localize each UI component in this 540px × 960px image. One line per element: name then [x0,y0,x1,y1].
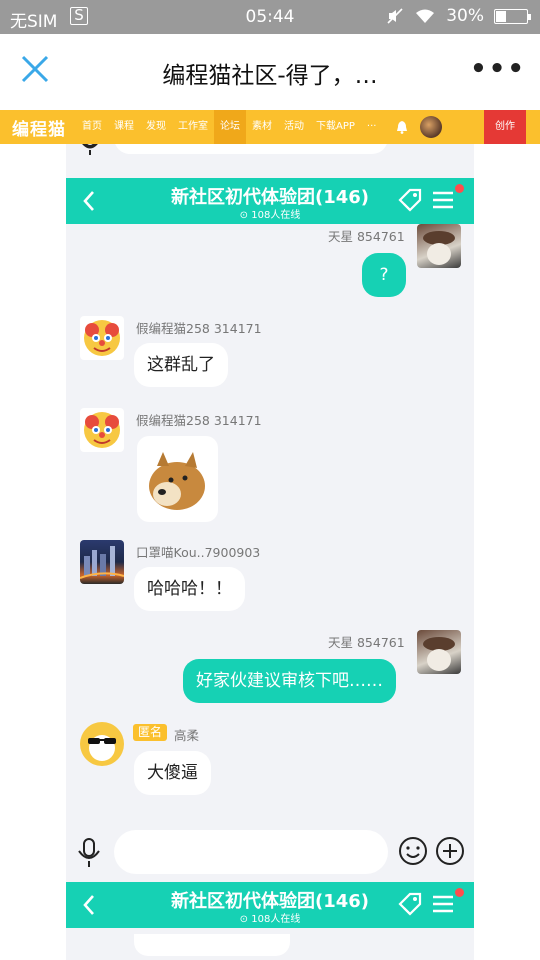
message-bubble-partial [134,934,290,956]
nav-item-discover[interactable]: 发现 [140,110,172,144]
site-logo[interactable]: 编程猫 [0,115,76,140]
message-input-ghost [114,144,388,154]
message-input[interactable] [114,830,388,874]
sender-avatar[interactable] [417,630,461,674]
message-bubble[interactable]: 好家伙建议审核下吧…… [183,659,396,703]
microphone-icon[interactable] [76,838,102,868]
sender-name: 假编程猫258 314171 [136,413,262,428]
nav-item-events[interactable]: 活动 [278,110,310,144]
battery-icon [494,8,531,24]
message-bubble[interactable]: 这群乱了 [134,343,228,387]
chat-header-duplicate: 新社区初代体验团(146) ⊙ 108人在线 [66,882,474,928]
plus-icon [435,144,465,150]
nav-item-courses[interactable]: 课程 [108,110,140,144]
anonymous-badge: 匿名 [133,724,168,741]
sender-avatar[interactable] [80,316,124,360]
tag-icon[interactable] [396,892,424,918]
chat-header: 新社区初代体验团(146) ⊙ 108人在线 [66,178,474,224]
input-bar-ghost [66,144,474,166]
nav-item-forum[interactable]: 论坛 [214,110,246,144]
sender-avatar[interactable] [80,540,124,584]
message-bubble[interactable]: ? [362,253,406,297]
browser-header: 编程猫社区-得了，… ••• [0,34,540,110]
user-avatar[interactable] [420,116,443,138]
tag-icon[interactable] [396,188,424,214]
more-options-icon[interactable]: ••• [470,54,526,84]
nav-item-studio[interactable]: 工作室 [172,110,214,144]
notification-dot [455,888,464,897]
nav-item-download-app[interactable]: 下载APP [310,110,361,144]
menu-icon[interactable] [432,190,454,210]
plus-icon[interactable] [435,836,465,866]
notification-dot [455,184,464,193]
chat-frame: 新社区初代体验团(146) ⊙ 108人在线 天星 854761 ? 假编程猫2… [66,144,474,960]
sender-name: 口罩喵Kou..7900903 [136,545,261,560]
sender-name: 天星 854761 [328,229,405,244]
nav-item-more[interactable]: ··· [361,110,383,144]
mute-icon [387,8,403,24]
menu-icon[interactable] [432,894,454,914]
nav-item-home[interactable]: 首页 [76,110,108,144]
sender-avatar[interactable] [417,224,461,268]
battery-percent: 30% [446,6,484,26]
sender-name: 假编程猫258 314171 [136,321,262,336]
status-bar: 无SIM S 05:44 30% [0,0,540,34]
emoji-icon[interactable] [398,836,428,866]
sender-name: 天星 854761 [328,635,405,650]
wifi-icon [416,9,435,23]
sender-avatar[interactable] [80,722,124,766]
nav-item-materials[interactable]: 素材 [246,110,278,144]
microphone-icon [82,144,98,155]
sender-name: 高柔 [174,728,200,743]
doge-sticker[interactable] [137,436,218,522]
message-bubble[interactable]: 大傻逼 [134,751,211,795]
site-navigation: 编程猫 首页 课程 发现 工作室 论坛 素材 活动 下载APP ··· 创作 [0,110,540,144]
emoji-icon [398,144,428,150]
create-button[interactable]: 创作 [484,110,526,144]
sender-avatar[interactable] [80,408,124,452]
page-title: 编程猫社区-得了，… [162,63,378,89]
bell-icon[interactable] [396,120,408,134]
input-bar [66,826,474,880]
message-bubble[interactable]: 哈哈哈！！ [134,567,245,611]
